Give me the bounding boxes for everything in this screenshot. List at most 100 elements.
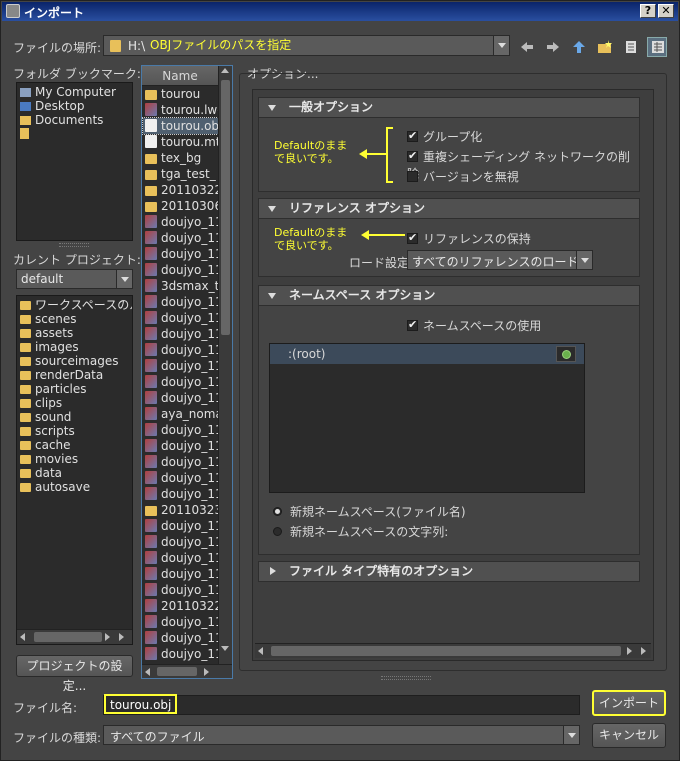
- project-folder-item[interactable]: ワークスペースのル: [20, 298, 132, 312]
- cancel-button[interactable]: キャンセル: [592, 723, 666, 748]
- scroll-right-icon[interactable]: [204, 668, 209, 676]
- file-row[interactable]: doujyo_11: [143, 246, 218, 262]
- namespace-root-row[interactable]: :(root): [270, 344, 584, 364]
- location-combo[interactable]: H:\ OBJファイルのパスを指定: [103, 35, 510, 56]
- project-folder-item[interactable]: assets: [20, 326, 132, 340]
- name-column-header[interactable]: Name: [142, 66, 218, 86]
- file-row[interactable]: doujyo_11: [143, 358, 218, 374]
- file-row[interactable]: doujyo_11: [143, 310, 218, 326]
- namespace-options-header[interactable]: ネームスペース オプション: [258, 285, 640, 306]
- file-row[interactable]: doujyo_11: [143, 454, 218, 470]
- radio-button[interactable]: [273, 507, 282, 516]
- project-settings-button[interactable]: プロジェクトの設定...: [16, 655, 133, 693]
- options-hscrollbar[interactable]: [255, 643, 651, 658]
- project-folder-item[interactable]: cache: [20, 438, 132, 452]
- file-row[interactable]: tourou.obj: [142, 117, 218, 135]
- checkbox[interactable]: [407, 318, 418, 331]
- chevron-down-icon[interactable]: [116, 270, 132, 288]
- project-folder-item[interactable]: scripts: [20, 424, 132, 438]
- check-use-namespace[interactable]: ネームスペースの使用: [407, 317, 541, 334]
- filetype-options-header[interactable]: ファイル タイプ特有のオプション: [258, 561, 640, 582]
- load-settings-combo[interactable]: すべてのリファレンスのロード: [407, 250, 593, 270]
- checkbox[interactable]: [407, 231, 418, 244]
- file-row[interactable]: doujyo_11: [143, 438, 218, 454]
- up-folder-icon[interactable]: [571, 40, 587, 54]
- check-keep-references[interactable]: リファレンスの保持: [407, 230, 531, 247]
- import-button[interactable]: インポート: [592, 690, 666, 716]
- bookmark-item[interactable]: [20, 127, 132, 141]
- radio-new-namespace-string[interactable]: 新規ネームスペースの文字列:: [273, 523, 448, 540]
- splitter-handle[interactable]: [59, 243, 89, 247]
- file-row[interactable]: tourou: [143, 86, 218, 102]
- new-folder-icon[interactable]: [597, 40, 613, 54]
- forward-icon[interactable]: [545, 40, 561, 54]
- file-vscrollbar[interactable]: [218, 66, 232, 664]
- file-row[interactable]: doujyo_11: [143, 262, 218, 278]
- close-button[interactable]: ✕: [658, 4, 674, 18]
- file-row[interactable]: 3dsmax_tr: [143, 278, 218, 294]
- filetype-combo[interactable]: すべてのファイル: [103, 725, 580, 745]
- file-row[interactable]: tga_test_: [143, 166, 218, 182]
- radio-new-namespace-filename[interactable]: 新規ネームスペース(ファイル名): [273, 503, 466, 520]
- scroll-thumb[interactable]: [271, 646, 621, 656]
- project-folder-item[interactable]: movies: [20, 452, 132, 466]
- splitter-handle[interactable]: [381, 676, 431, 680]
- file-row[interactable]: 20110323: [143, 502, 218, 518]
- chevron-down-icon[interactable]: [493, 36, 509, 55]
- chevron-down-icon[interactable]: [576, 251, 592, 269]
- project-folder-item[interactable]: sound: [20, 410, 132, 424]
- scroll-down-icon[interactable]: [221, 646, 229, 651]
- general-options-header[interactable]: 一般オプション: [258, 97, 640, 118]
- file-row[interactable]: tex_bg: [143, 150, 218, 166]
- chevron-down-icon[interactable]: [563, 726, 579, 744]
- project-folder-item[interactable]: clips: [20, 396, 132, 410]
- file-row[interactable]: doujyo_11: [143, 422, 218, 438]
- file-row[interactable]: aya_noma: [143, 406, 218, 422]
- project-folder-item[interactable]: particles: [20, 382, 132, 396]
- file-row[interactable]: doujyo_11: [143, 566, 218, 582]
- scroll-thumb[interactable]: [34, 632, 102, 642]
- project-folder-item[interactable]: sourceimages: [20, 354, 132, 368]
- file-row[interactable]: doujyo_11: [143, 390, 218, 406]
- file-row[interactable]: tourou.lwo: [143, 102, 218, 118]
- file-hscrollbar[interactable]: [142, 664, 232, 678]
- bookmark-item[interactable]: Documents: [20, 113, 132, 127]
- file-row[interactable]: tourou.mtl: [143, 134, 218, 150]
- file-row[interactable]: doujyo_11: [143, 470, 218, 486]
- back-icon[interactable]: [519, 40, 535, 54]
- file-row[interactable]: doujyo_11: [143, 342, 218, 358]
- scroll-up-icon[interactable]: [221, 68, 229, 73]
- file-row[interactable]: doujyo_11: [143, 630, 218, 646]
- scroll-left-icon[interactable]: [145, 668, 150, 676]
- check-group[interactable]: グループ化: [407, 128, 482, 145]
- project-combo[interactable]: default: [16, 269, 133, 289]
- scroll-right-icon[interactable]: [627, 647, 632, 655]
- checkbox[interactable]: [407, 129, 418, 142]
- radio-button[interactable]: [273, 527, 282, 536]
- file-row[interactable]: doujyo_11: [143, 230, 218, 246]
- project-folder-item[interactable]: scenes: [20, 312, 132, 326]
- file-row[interactable]: doujyo_11: [143, 374, 218, 390]
- file-row[interactable]: doujyo_11: [143, 550, 218, 566]
- detail-view-toggle[interactable]: [647, 37, 667, 57]
- project-folder-item[interactable]: renderData: [20, 368, 132, 382]
- file-row[interactable]: doujyo_11: [143, 326, 218, 342]
- file-row[interactable]: doujyo_11: [143, 534, 218, 550]
- project-folder-item[interactable]: autosave: [20, 480, 132, 494]
- file-row[interactable]: doujyo_11: [143, 582, 218, 598]
- filename-input[interactable]: tourou.obj: [103, 694, 580, 715]
- file-row[interactable]: 20110322: [143, 182, 218, 198]
- check-ignore-version[interactable]: バージョンを無視: [407, 168, 519, 185]
- reference-options-header[interactable]: リファレンス オプション: [258, 198, 640, 219]
- file-row[interactable]: 20110322: [143, 598, 218, 614]
- file-row[interactable]: doujyo_11: [143, 518, 218, 534]
- bookmark-item[interactable]: My Computer: [20, 85, 132, 99]
- project-folder-item[interactable]: images: [20, 340, 132, 354]
- file-row[interactable]: doujyo_11: [143, 294, 218, 310]
- file-row[interactable]: doujyo_11: [143, 646, 218, 661]
- scroll-end-icon[interactable]: [641, 647, 646, 655]
- file-row[interactable]: doujyo_11: [143, 614, 218, 630]
- file-row[interactable]: doujyo_11: [143, 214, 218, 230]
- scroll-end-icon[interactable]: [119, 633, 124, 641]
- bookmark-item[interactable]: Desktop: [20, 99, 132, 113]
